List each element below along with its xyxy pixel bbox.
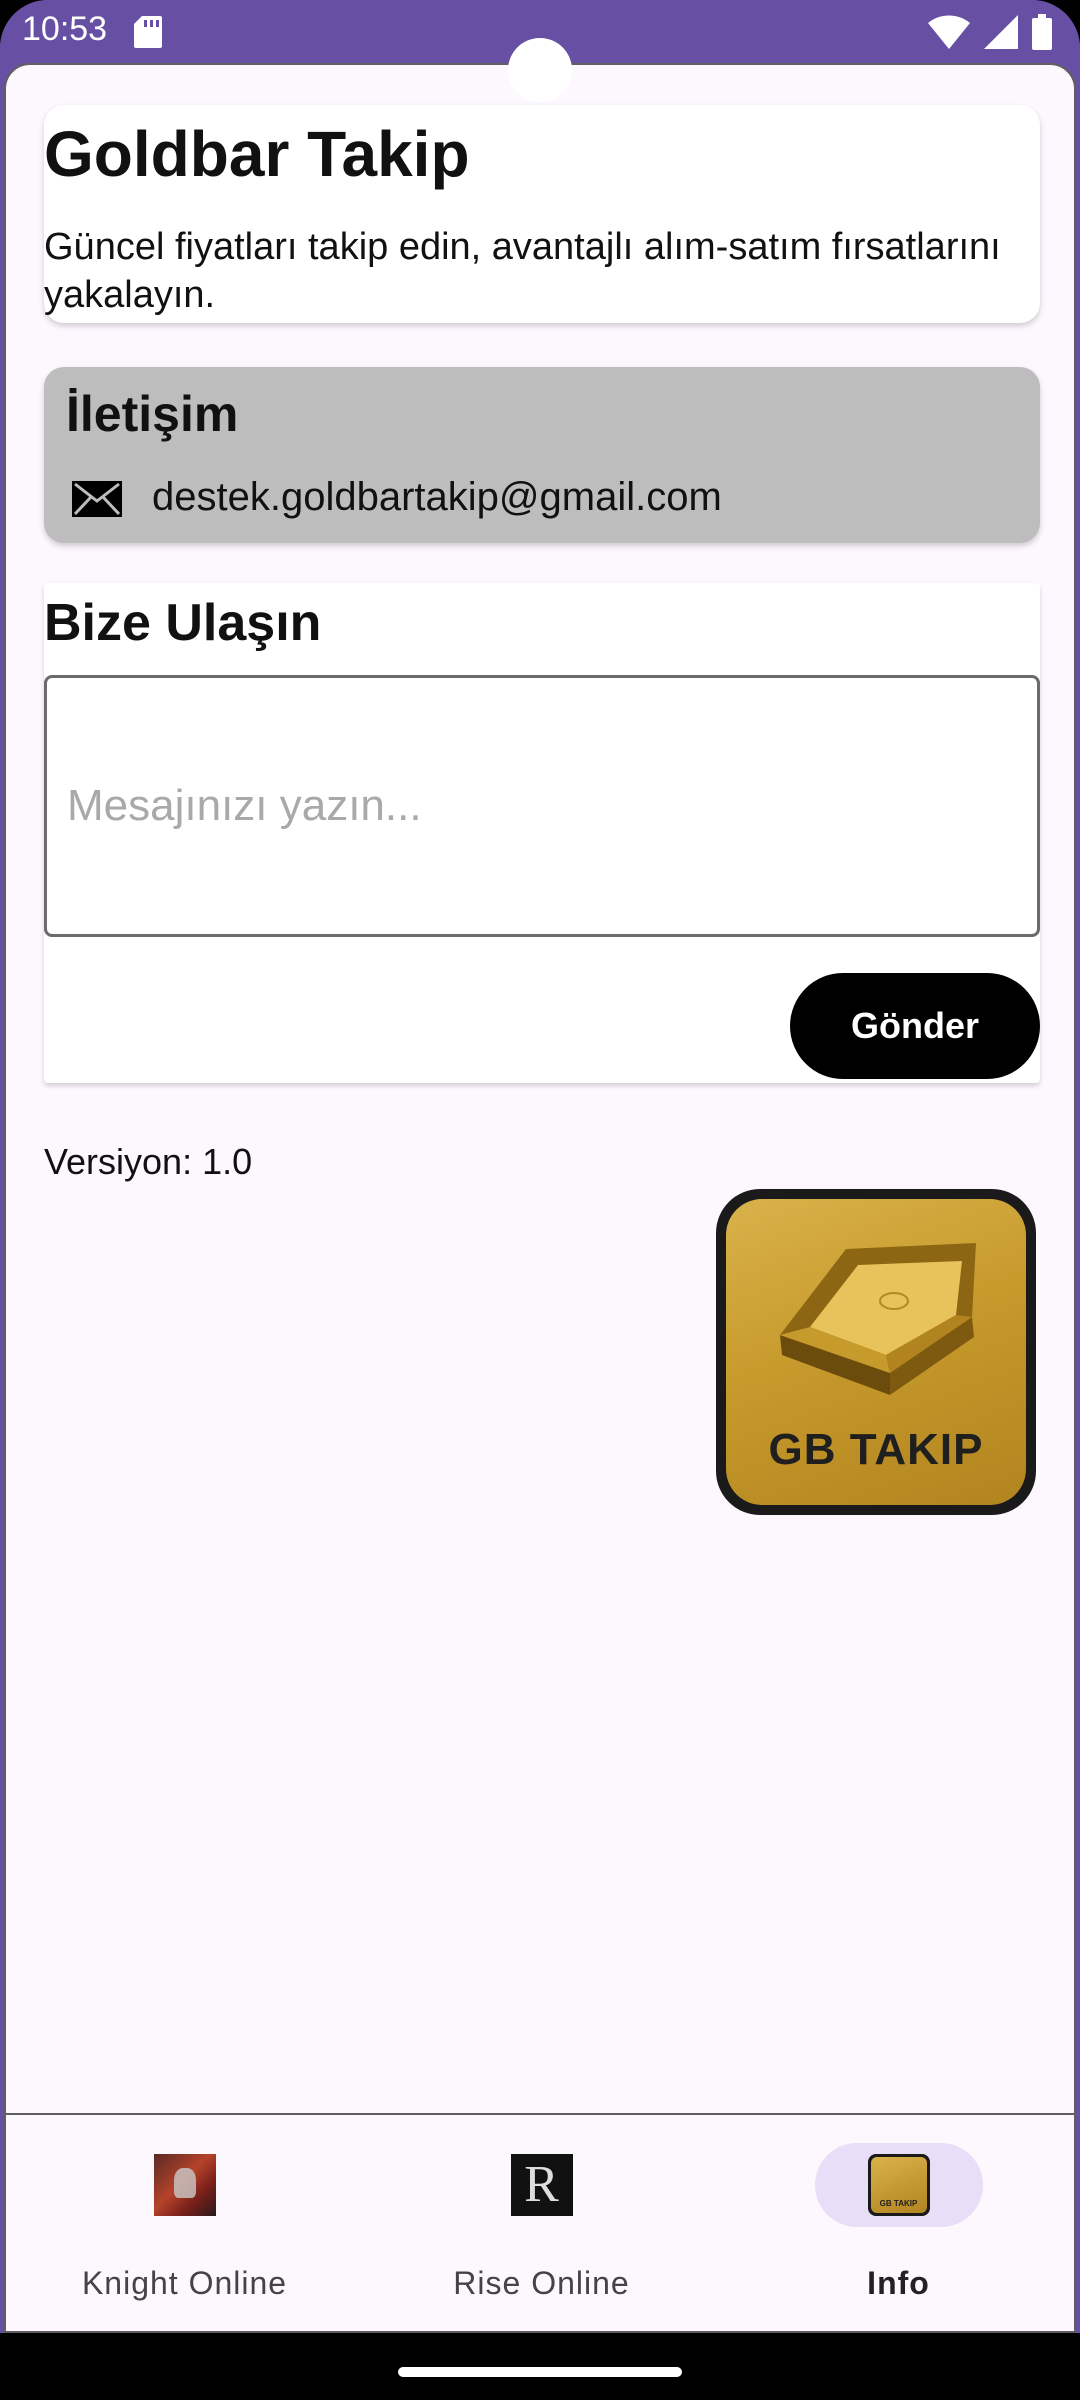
sd-card-icon	[134, 16, 162, 48]
rise-online-icon: R	[510, 2154, 573, 2216]
nav-item-rise-online[interactable]: R Rise Online	[363, 2115, 720, 2331]
page-title: Goldbar Takip	[44, 118, 470, 190]
version-text: Versiyon: 1.0	[44, 1141, 253, 1182]
form-title: Bize Ulaşın	[44, 594, 322, 652]
camera-cutout	[508, 38, 572, 102]
home-gesture-handle[interactable]	[398, 2367, 682, 2377]
message-input[interactable]	[44, 675, 1040, 937]
logo-background: GB TAKIP	[726, 1199, 1026, 1505]
nav-label: Knight Online	[81, 2265, 288, 2301]
app-screen: Goldbar Takip Güncel fiyatları takip edi…	[4, 63, 1076, 2333]
nav-label: Info	[867, 2265, 930, 2301]
header-card: Goldbar Takip Güncel fiyatları takip edi…	[44, 105, 1040, 323]
bottom-navigation: Knight Online R Rise Online GB TAKIP Inf…	[6, 2113, 1074, 2331]
knight-online-icon	[153, 2154, 216, 2216]
contact-email-link[interactable]: destek.goldbartakip@gmail.com	[152, 475, 722, 520]
contact-card: İletişim destek.goldbartakip@gmail.com	[44, 367, 1040, 543]
nav-icon-container	[101, 2143, 269, 2227]
wifi-icon	[928, 15, 970, 49]
page-subtitle: Güncel fiyatları takip edin, avantajlı a…	[44, 226, 1001, 316]
nav-item-info[interactable]: GB TAKIP Info	[720, 2115, 1074, 2331]
send-button[interactable]: Gönder	[790, 973, 1040, 1079]
logo-text: GB TAKIP	[768, 1425, 984, 1474]
info-gb-icon: GB TAKIP	[867, 2154, 930, 2216]
phone-frame: 10:53 Goldbar Takip Güncel fiyatları tak…	[0, 0, 1080, 2400]
nav-label: Rise Online	[453, 2265, 630, 2301]
status-icons	[928, 14, 1052, 50]
mail-icon	[72, 481, 122, 517]
status-time: 10:53	[22, 10, 108, 48]
gold-bar-icon	[780, 1243, 976, 1395]
nav-item-knight-online[interactable]: Knight Online	[6, 2115, 363, 2331]
battery-icon	[1032, 14, 1052, 50]
info-icon-text: GB TAKIP	[879, 2199, 918, 2208]
app-logo: GB TAKIP	[716, 1189, 1036, 1515]
contact-form-card: Bize Ulaşın Gönder	[44, 583, 1040, 1083]
nav-icon-container: R	[458, 2143, 626, 2227]
signal-icon	[984, 15, 1018, 49]
nav-active-indicator: GB TAKIP	[814, 2143, 983, 2227]
gesture-bar-area	[0, 2333, 1080, 2400]
contact-title: İletişim	[66, 386, 239, 442]
